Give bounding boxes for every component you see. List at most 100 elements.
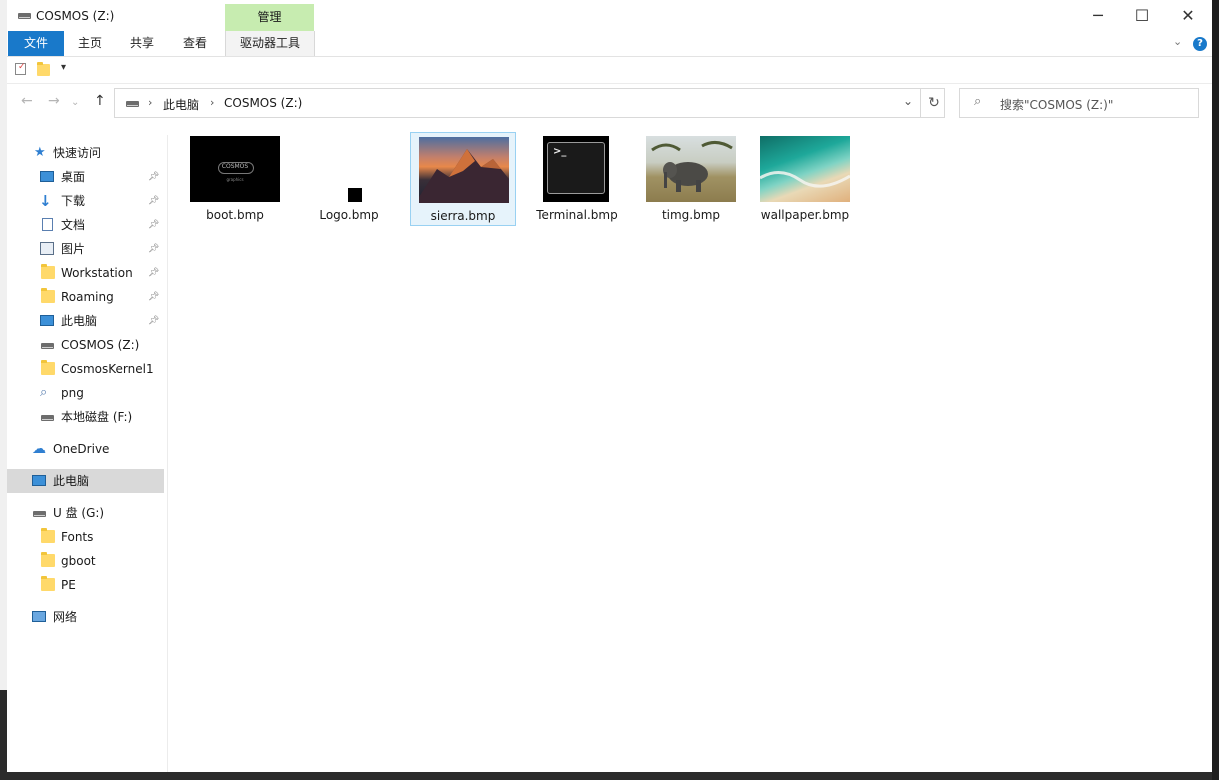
nav-label: 快速访问	[53, 146, 102, 160]
computer-icon	[40, 315, 54, 326]
nav-item-roaming[interactable]: Roaming 📌︎	[7, 285, 164, 309]
folder-icon	[41, 552, 55, 567]
file-item-timg[interactable]: timg.bmp	[638, 132, 744, 226]
document-icon	[42, 218, 53, 231]
mountain-icon	[419, 149, 509, 203]
nav-item-pe[interactable]: PE	[7, 573, 164, 597]
file-item-terminal[interactable]: >_ Terminal.bmp	[524, 132, 630, 226]
folder-icon	[41, 288, 55, 303]
new-folder-icon[interactable]	[37, 62, 50, 76]
nav-label: Roaming	[61, 290, 114, 304]
nav-quick-access[interactable]: ★ 快速访问	[7, 141, 164, 165]
chevron-right-icon[interactable]: ›	[210, 96, 214, 109]
quick-access-toolbar: ✓ ▾	[7, 57, 1212, 84]
tab-home[interactable]: 主页	[65, 31, 115, 56]
thumbnail-boot: COSMOS graphics	[190, 136, 280, 202]
nav-item-local-disk-f[interactable]: 本地磁盘 (F:)	[7, 405, 164, 429]
properties-icon[interactable]: ✓	[15, 62, 26, 75]
thumbnail-sierra	[419, 137, 509, 203]
nav-label: U 盘 (G:)	[53, 506, 105, 520]
help-icon[interactable]: ?	[1193, 37, 1207, 51]
thumbnail-wallpaper	[760, 136, 850, 202]
terminal-prompt: >_	[553, 146, 567, 157]
tab-share[interactable]: 共享	[117, 31, 167, 56]
nav-item-downloads[interactable]: ↓ 下载 📌︎	[7, 189, 164, 213]
window-title: COSMOS (Z:)	[36, 9, 115, 23]
nav-label: CosmosKernel1	[61, 362, 154, 376]
forward-arrow-icon[interactable]: →	[48, 93, 60, 109]
checkmark-icon: ✓	[18, 62, 26, 72]
network-icon	[32, 611, 46, 622]
drive-icon	[41, 343, 54, 349]
nav-item-network[interactable]: 网络	[7, 605, 164, 629]
nav-label: COSMOS (Z:)	[61, 338, 140, 352]
logo-subtext: graphics	[226, 177, 244, 182]
cloud-icon: ☁	[32, 441, 46, 457]
file-name: sierra.bmp	[430, 209, 496, 223]
nav-label: Workstation	[61, 266, 133, 280]
file-item-logo[interactable]: Logo.bmp	[296, 132, 402, 226]
file-name: Logo.bmp	[319, 208, 379, 222]
tab-file[interactable]: 文件	[8, 31, 64, 56]
maximize-button[interactable]: ☐	[1119, 0, 1165, 32]
search-box[interactable]: ⌕ 搜索"COSMOS (Z:)"	[959, 88, 1199, 118]
tab-view[interactable]: 查看	[170, 31, 220, 56]
minimize-button[interactable]: ─	[1075, 0, 1121, 32]
chevron-down-icon[interactable]: ⌄	[903, 94, 913, 108]
back-arrow-icon[interactable]: ←	[21, 93, 33, 109]
nav-item-workstation[interactable]: Workstation 📌︎	[7, 261, 164, 285]
refresh-button[interactable]: ↻	[920, 88, 947, 118]
nav-label: 文档	[61, 218, 86, 232]
tab-drive-tools[interactable]: 驱动器工具	[225, 31, 315, 56]
nav-item-gboot[interactable]: gboot	[7, 549, 164, 573]
file-item-boot[interactable]: COSMOS graphics boot.bmp	[182, 132, 288, 226]
chevron-right-icon[interactable]: ›	[148, 96, 152, 109]
up-arrow-icon[interactable]: ↑	[94, 93, 106, 109]
pin-icon: 📌︎	[148, 316, 160, 326]
file-name: boot.bmp	[206, 208, 264, 222]
file-explorer-window: COSMOS (Z:) 管理 ─ ☐ ✕ 文件 主页 共享 查看 驱动器工具 ⌄…	[7, 0, 1212, 772]
nav-item-onedrive[interactable]: ☁ OneDrive	[7, 437, 164, 461]
nav-item-this-pc[interactable]: 此电脑	[7, 469, 164, 493]
thumbnail-timg	[646, 136, 736, 202]
customize-qat-icon[interactable]: ▾	[61, 62, 66, 73]
folder-icon	[41, 360, 55, 375]
folder-icon	[41, 264, 55, 279]
nav-item-cosmos-drive[interactable]: COSMOS (Z:)	[7, 333, 164, 357]
pin-icon: 📌︎	[148, 244, 160, 254]
chevron-down-icon[interactable]: ⌄	[1173, 35, 1182, 48]
close-button[interactable]: ✕	[1165, 0, 1211, 32]
pin-icon: 📌︎	[148, 220, 160, 230]
title-bar: COSMOS (Z:) 管理 ─ ☐ ✕	[7, 0, 1212, 32]
address-bar[interactable]: › 此电脑 › COSMOS (Z:) ⌄	[114, 88, 945, 118]
pin-icon: 📌︎	[148, 268, 160, 278]
file-item-sierra[interactable]: sierra.bmp	[410, 132, 516, 226]
logo-text: COSMOS	[221, 163, 249, 170]
nav-item-png-search[interactable]: ⌕ png	[7, 381, 164, 405]
breadcrumb-this-pc[interactable]: 此电脑	[163, 96, 199, 113]
nav-label: png	[61, 386, 84, 400]
recent-chevron-icon[interactable]: ⌄	[71, 97, 79, 108]
pin-icon: 📌︎	[148, 292, 160, 302]
file-name: timg.bmp	[661, 208, 721, 222]
picture-icon	[40, 242, 54, 255]
pin-icon: 📌︎	[148, 196, 160, 206]
nav-label: 网络	[53, 610, 78, 624]
nav-label: Fonts	[61, 530, 94, 544]
search-placeholder: 搜索"COSMOS (Z:)"	[1000, 98, 1114, 112]
download-icon: ↓	[39, 192, 52, 210]
wave-icon	[760, 171, 850, 188]
file-item-wallpaper[interactable]: wallpaper.bmp	[752, 132, 858, 226]
navigation-pane: ★ 快速访问 桌面 📌︎ ↓ 下载 📌︎ 文档 📌︎ 图片 📌︎ Worksta…	[7, 135, 168, 772]
nav-label: 下载	[61, 194, 86, 208]
nav-item-usb-drive-g[interactable]: U 盘 (G:)	[7, 501, 164, 525]
nav-item-cosmoskernel1[interactable]: CosmosKernel1	[7, 357, 164, 381]
nav-item-fonts[interactable]: Fonts	[7, 525, 164, 549]
breadcrumb-cosmos-drive[interactable]: COSMOS (Z:)	[224, 96, 302, 110]
nav-item-documents[interactable]: 文档 📌︎	[7, 213, 164, 237]
nav-item-this-pc-pinned[interactable]: 此电脑 📌︎	[7, 309, 164, 333]
nav-item-desktop[interactable]: 桌面 📌︎	[7, 165, 164, 189]
nav-item-pictures[interactable]: 图片 📌︎	[7, 237, 164, 261]
contextual-group-label: 管理	[225, 4, 314, 31]
pin-icon: 📌︎	[148, 172, 160, 182]
